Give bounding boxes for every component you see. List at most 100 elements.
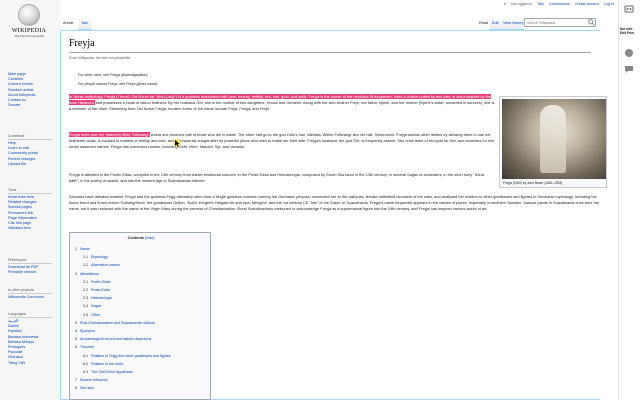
infobox-image[interactable]: Freyja (1905) by John Bauer (1882–1918) — [499, 96, 607, 188]
toc-item[interactable]: 6.3 The Óðr/Óðinn hypothesis — [83, 370, 133, 374]
mouse-cursor-icon — [173, 139, 181, 147]
toc-item-number: 6.2 — [83, 361, 88, 366]
page-title: Freyja — [69, 38, 95, 49]
toc-item-number: 2.4 — [83, 304, 88, 309]
nav-projects-header: In other projects — [8, 288, 34, 292]
toc-item[interactable]: 2.2 Prose Edda — [83, 288, 110, 292]
toc-item-number: 2 — [75, 271, 77, 276]
toc-item[interactable]: 6.1 Relation to Frigg and other goddesses… — [83, 354, 171, 358]
toc-item[interactable]: 2.4 Sagas — [83, 304, 101, 308]
toc-item-number: 6.3 — [83, 370, 88, 374]
toc-title: Contents — [127, 236, 145, 240]
divider — [8, 193, 52, 194]
toc-item-label: The Óðr/Óðinn hypothesis — [91, 370, 133, 374]
toc-item[interactable]: 1.1 Etymology — [83, 255, 108, 259]
nav-upload-file[interactable]: Upload file — [8, 162, 58, 167]
toc-item-label: Sagas — [91, 304, 102, 309]
title-divider — [69, 52, 591, 53]
toc-item-label: Relation to the seiðr — [91, 361, 123, 366]
rail-label: Not web Edit Prim. — [620, 27, 635, 36]
nav-languages-header: Languages — [8, 312, 26, 316]
toc-item[interactable]: 3 Post-Christianization and Scandinavian … — [75, 321, 155, 325]
toc-item[interactable]: 6.2 Relation to the seiðr — [83, 362, 123, 366]
toc-item-number: 1 — [75, 247, 77, 251]
toc-item-label: Post-Christianization and Scandinavian f… — [80, 320, 156, 325]
painting-figure — [540, 105, 566, 173]
tab-article[interactable]: Article — [60, 16, 78, 30]
search-icon[interactable] — [588, 19, 595, 26]
nav-print: Print/export Download as PDF Printable v… — [8, 258, 58, 275]
extension-icon[interactable] — [624, 4, 634, 14]
toc-item-number: 2.1 — [83, 279, 88, 284]
toc-item[interactable]: 1.2 Alternative names — [83, 263, 120, 267]
highlighted-text[interactable]: Freyja rules over her heavenly field, Fó… — [69, 132, 150, 137]
toc-item-label: See also — [80, 386, 94, 391]
toc-item-label: Prose Edda — [91, 288, 110, 292]
nav-languages: Languages العربية Dansk Español Bahasa I… — [8, 312, 58, 366]
nav-tools: Tools What links here Related changes Sp… — [8, 188, 58, 231]
toc-item[interactable]: 2.3 Heimskringla — [83, 296, 112, 300]
nav-projects: In other projects Wikimedia Commons — [8, 288, 58, 300]
comment-icon[interactable] — [624, 64, 634, 74]
paragraph-text: Scholars have debated whether Freyja and… — [69, 194, 600, 211]
hatnote-given-name[interactable]: For people named Freya, see Freya (given… — [78, 82, 158, 86]
toc-item[interactable]: 6 Theories — [75, 345, 94, 349]
toc-item-number: 2.2 — [83, 288, 88, 292]
toc-item-number: 2.3 — [83, 296, 88, 301]
toc-item-number: 6 — [75, 345, 77, 350]
toc-item[interactable]: 7 Modern influence — [75, 378, 108, 382]
nav-tools-header: Tools — [8, 188, 17, 192]
search-input[interactable] — [524, 18, 596, 27]
divider — [8, 293, 52, 294]
paragraph-text: Freyja is attested in the Poetic Edda, c… — [69, 172, 484, 184]
toc-item-label: Relation to Frigg and other goddesses an… — [91, 353, 171, 358]
toc-item-label: Attestations — [80, 271, 99, 276]
toc-item-label: Heimskringla — [91, 296, 112, 301]
hatnote-disambiguation[interactable]: For other uses, see Freyja (disambiguati… — [78, 73, 149, 77]
login-link[interactable]: Log in — [604, 2, 614, 6]
toc-item-number: 6.1 — [83, 353, 88, 358]
not-logged-in-label: Not logged in — [511, 2, 533, 6]
wikipedia-logo[interactable]: WIKIPEDIA The Free Encyclopedia — [8, 4, 50, 38]
nav-main: Main page Contents Current events Random… — [8, 72, 58, 108]
pin-icon[interactable] — [624, 48, 634, 58]
nav-donate[interactable]: Donate — [8, 103, 58, 108]
toc-item-number: 1.1 — [83, 255, 88, 260]
toc-item-label: Archaeological record and historic depic… — [80, 337, 152, 342]
lang-vietnamese[interactable]: Tiếng Việt — [8, 361, 58, 366]
toc-item[interactable]: 8 See also — [75, 386, 94, 390]
toc-item[interactable]: 2 Attestations — [75, 272, 99, 276]
tab-read[interactable]: Read — [476, 16, 489, 30]
create-account-link[interactable]: Create account — [575, 2, 599, 6]
nav-printable[interactable]: Printable version — [8, 270, 58, 275]
user-contributions-link[interactable]: Contributions — [549, 2, 570, 6]
logo-tagline: The Free Encyclopedia — [14, 34, 44, 38]
toc-item[interactable]: 4 Eponyms — [75, 329, 95, 333]
toc-item-label: Etymology — [91, 255, 108, 260]
lead-paragraph-4: Scholars have debated whether Freyja and… — [69, 194, 607, 212]
user-bar: ● Not logged in Talk Contributions Creat… — [500, 2, 614, 6]
toc-item[interactable]: 1 Name — [75, 247, 90, 251]
puzzle-globe-icon — [18, 4, 40, 26]
user-talk-link[interactable]: Talk — [537, 2, 543, 6]
toc-item-label: Alternative names — [91, 263, 120, 268]
table-of-contents: Contents [hide] 1 Name 1.1 Etymology 1.2 Alte… — [69, 232, 211, 400]
toc-item-label: Theories — [80, 345, 94, 350]
tab-talk[interactable]: Talk — [78, 16, 92, 30]
nav-wikidata-item[interactable]: Wikidata item — [8, 226, 58, 231]
toc-item-label: Modern influence — [80, 378, 108, 383]
toc-item-label: Poetic Edda — [91, 279, 111, 284]
tab-edit[interactable]: Edit — [489, 16, 500, 30]
lead-paragraph-1: In Norse mythology, Freyja (/ˈfreɪə/; Ol… — [69, 94, 495, 113]
toc-item-number: 2.5 — [83, 312, 88, 317]
toc-item-number: 5 — [75, 337, 77, 342]
nav-contribute: Contribute Help Learn to edit Community … — [8, 134, 58, 167]
nav-print-header: Print/export — [8, 258, 27, 262]
toc-hide-toggle[interactable]: [hide] — [145, 236, 154, 240]
toc-item[interactable]: 5 Archaeological record and historic depi… — [75, 337, 151, 341]
toc-item[interactable]: 2.1 Poetic Edda — [83, 280, 110, 284]
toc-item[interactable]: 2.5 Other — [83, 313, 100, 317]
nav-commons[interactable]: Wikimedia Commons — [8, 295, 58, 300]
right-tool-rail — [618, 0, 640, 400]
tab-view-history[interactable]: View history — [500, 16, 524, 30]
